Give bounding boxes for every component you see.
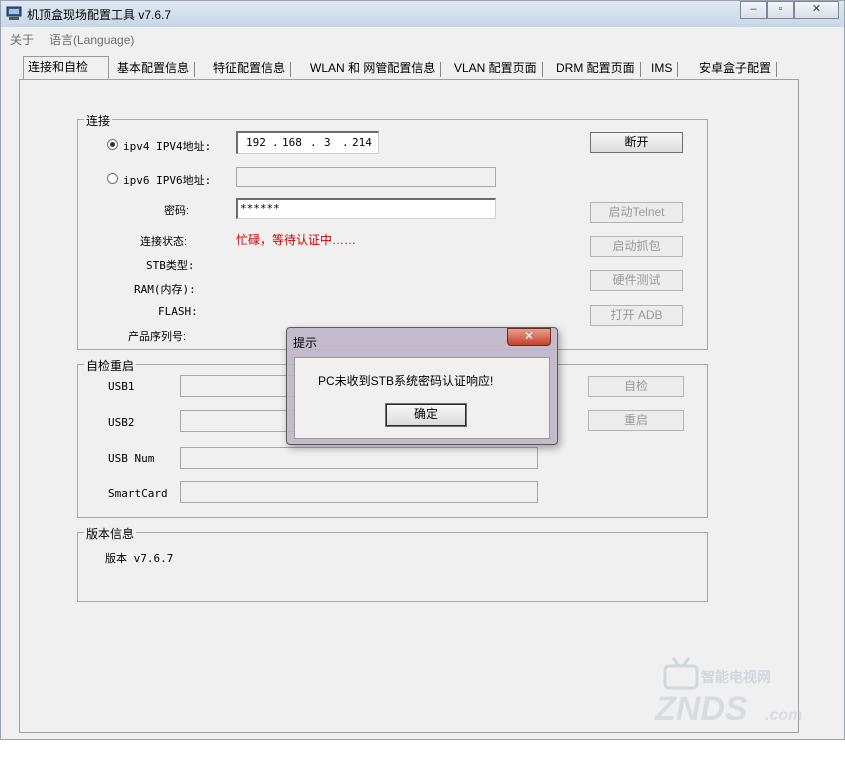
ram-label: RAM(内存): [134, 283, 196, 296]
app-icon [6, 6, 22, 20]
version-group: 版本信息 版本 v7.6.7 [77, 525, 708, 602]
menu-about[interactable]: 关于 [10, 31, 34, 48]
window-title: 机顶盒现场配置工具 v7.6.7 [27, 8, 172, 22]
watermark-suffix: .com [765, 707, 802, 724]
app-window: 机顶盒现场配置工具 v7.6.7 – ▫ ✕ 关于 语言(Language) 连… [0, 0, 845, 740]
usbnum-label: USB Num [108, 452, 155, 465]
status-value: 忙碌，等待认证中…… [236, 233, 357, 247]
serial-label: 产品序列号: [128, 331, 187, 343]
tab-wlan-config[interactable]: WLAN 和 网管配置信息 [306, 58, 442, 79]
tab-vlan-config[interactable]: VLAN 配置页面 [450, 58, 543, 79]
menu-bar: 关于 语言(Language) [1, 28, 844, 48]
dialog-close-button[interactable]: ✕ [507, 328, 551, 346]
ipv4-octet-4: 214 [352, 136, 372, 149]
ipv4-address-input[interactable]: 192 . 168 . 3 . 214 [236, 131, 379, 154]
disconnect-button[interactable]: 断开 [590, 132, 683, 153]
ipv4-octet-3: 3 [324, 136, 331, 149]
minimize-button[interactable]: – [740, 1, 767, 19]
connection-group: 连接 ipv4 IPV4地址: 192 . 168 . 3 . 214 ipv6… [77, 112, 708, 350]
adb-button[interactable]: 打开 ADB [590, 305, 683, 326]
usb2-label: USB2 [108, 416, 135, 429]
ipv4-octet-1: 192 [246, 136, 266, 149]
ipv6-radio[interactable] [107, 173, 118, 184]
telnet-button[interactable]: 启动Telnet [590, 202, 683, 223]
menu-language[interactable]: 语言(Language) [49, 31, 134, 48]
tab-android-config[interactable]: 安卓盒子配置 [695, 58, 778, 79]
ipv6-label: ipv6 IPV6地址: [123, 174, 212, 187]
watermark-tagline: 智能电视网 [700, 669, 771, 685]
selftest-group-title: 自检重启 [84, 357, 137, 374]
tab-ims[interactable]: IMS [647, 58, 679, 79]
ipv4-octet-2: 168 [282, 136, 302, 149]
dialog-body: PC未收到STB系统密码认证响应! 确定 [294, 357, 550, 439]
title-bar: 机顶盒现场配置工具 v7.6.7 – ▫ ✕ [1, 1, 844, 27]
selftest-button[interactable]: 自检 [588, 376, 684, 397]
ipv4-label: ipv4 IPV4地址: [123, 140, 212, 153]
maximize-button[interactable]: ▫ [767, 1, 794, 19]
tab-feature-config[interactable]: 特征配置信息 [209, 58, 292, 79]
ipv4-dot-1: . [272, 136, 279, 149]
ipv4-dot-2: . [310, 136, 317, 149]
alert-dialog: 提示 ✕ PC未收到STB系统密码认证响应! 确定 [286, 327, 558, 445]
smartcard-label: SmartCard [108, 487, 168, 500]
version-text: 版本 v7.6.7 [105, 552, 174, 565]
hwtest-button[interactable]: 硬件测试 [590, 270, 683, 291]
ipv4-dot-3: . [342, 136, 349, 149]
znds-watermark-logo: 智能电视网 ZNDS .com [654, 657, 802, 728]
password-label: 密码: [164, 205, 190, 217]
tab-basic-config[interactable]: 基本配置信息 [113, 58, 196, 79]
ipv4-radio[interactable] [107, 139, 118, 150]
capture-button[interactable]: 启动抓包 [590, 236, 683, 257]
watermark-brand: ZNDS [654, 690, 748, 728]
version-group-title: 版本信息 [84, 525, 137, 542]
dialog-title: 提示 [293, 336, 318, 350]
tab-drm-config[interactable]: DRM 配置页面 [552, 58, 641, 79]
dialog-ok-button[interactable]: 确定 [385, 403, 467, 427]
stb-type-label: STB类型: [146, 259, 195, 272]
reboot-button[interactable]: 重启 [588, 410, 684, 431]
dialog-message: PC未收到STB系统密码认证响应! [318, 374, 494, 388]
status-label: 连接状态: [140, 236, 188, 248]
password-value: ****** [240, 202, 280, 215]
usb1-label: USB1 [108, 380, 135, 393]
close-button[interactable]: ✕ [794, 1, 839, 19]
connection-group-title: 连接 [84, 112, 113, 129]
password-input[interactable]: ****** [236, 198, 496, 219]
radio-selected-dot [110, 142, 115, 147]
flash-label: FLASH: [158, 305, 198, 318]
smartcard-field [180, 481, 538, 503]
usbnum-field [180, 447, 538, 469]
tab-connection-selftest[interactable]: 连接和自检 [23, 56, 109, 80]
ipv6-address-input [236, 167, 496, 187]
